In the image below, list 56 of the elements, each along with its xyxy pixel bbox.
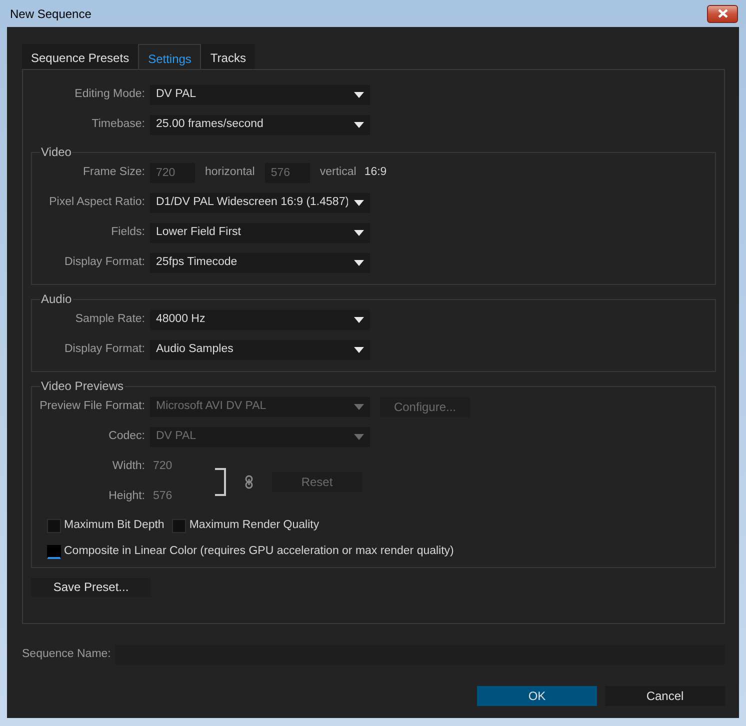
field-label: Editing Mode: (74, 87, 146, 102)
width-value: 720 (152, 459, 172, 474)
caret-icon (354, 260, 364, 266)
close-icon (718, 9, 728, 18)
cancel-button[interactable]: Cancel (605, 686, 725, 706)
dropdown[interactable]: Lower Field First (150, 223, 370, 243)
field-label: Timebase: (90, 117, 146, 132)
checkbox-label: Maximum Render Quality (189, 518, 320, 533)
section-title: Video Previews (40, 380, 124, 392)
checkbox[interactable] (47, 518, 61, 533)
tab[interactable]: Settings (138, 44, 202, 70)
dropdown[interactable]: 25fps Timecode (150, 253, 370, 273)
caret-icon (354, 434, 364, 440)
bracket-icon (215, 468, 227, 496)
dropdown[interactable]: 25.00 frames/second (150, 115, 370, 135)
dropdown: Microsoft AVI DV PAL (150, 397, 370, 417)
caret-icon (354, 317, 364, 323)
field-label: Sample Rate: (74, 312, 146, 328)
field-label: Sequence Name: (22, 647, 111, 662)
height-value: 576 (152, 489, 172, 504)
field-label: Display Format: (63, 255, 146, 270)
field-label: Display Format: (63, 342, 146, 358)
field-label: Codec: (108, 429, 146, 444)
caret-icon (354, 200, 364, 206)
close-button[interactable] (707, 4, 738, 22)
field-label: Pixel Aspect Ratio: (48, 195, 146, 210)
checkbox-label: Composite in Linear Color (requires GPU acceleration or max render quality) (64, 544, 454, 560)
caret-icon (354, 92, 364, 98)
dropdown[interactable]: 48000 Hz (150, 310, 370, 330)
section-title: Video (40, 146, 72, 158)
field-label: Height: (108, 489, 146, 504)
field-label: Frame Size: (82, 165, 146, 180)
section-title: Audio (40, 293, 73, 305)
save-preset-button[interactable]: Save Preset... (31, 578, 151, 596)
dropdown[interactable]: DV PAL (150, 85, 370, 105)
caret-icon (354, 404, 364, 410)
link-icon[interactable] (245, 475, 253, 489)
field-label: horizontal (205, 165, 255, 180)
field-label: Width: (111, 459, 146, 474)
tab[interactable]: Sequence Presets (22, 44, 138, 70)
checkbox[interactable] (47, 544, 61, 559)
field-label: Fields: (110, 225, 146, 240)
field-label: Preview File Format: (38, 399, 146, 414)
caret-icon (354, 122, 364, 128)
window-title: New Sequence (10, 6, 92, 22)
field-label: vertical (320, 165, 356, 180)
aspect-ratio-text: 16:9 (364, 165, 387, 180)
dropdown[interactable]: Audio Samples (150, 340, 370, 360)
caret-icon (354, 230, 364, 236)
caret-icon (354, 347, 364, 353)
checkbox-label: Maximum Bit Depth (64, 518, 164, 533)
ok-button[interactable]: OK (477, 686, 597, 706)
tab[interactable]: Tracks (201, 44, 255, 70)
dropdown[interactable]: D1/DV PAL Widescreen 16:9 (1.4587) (150, 193, 370, 213)
checkbox[interactable] (172, 518, 186, 533)
dropdown: DV PAL (150, 427, 370, 447)
